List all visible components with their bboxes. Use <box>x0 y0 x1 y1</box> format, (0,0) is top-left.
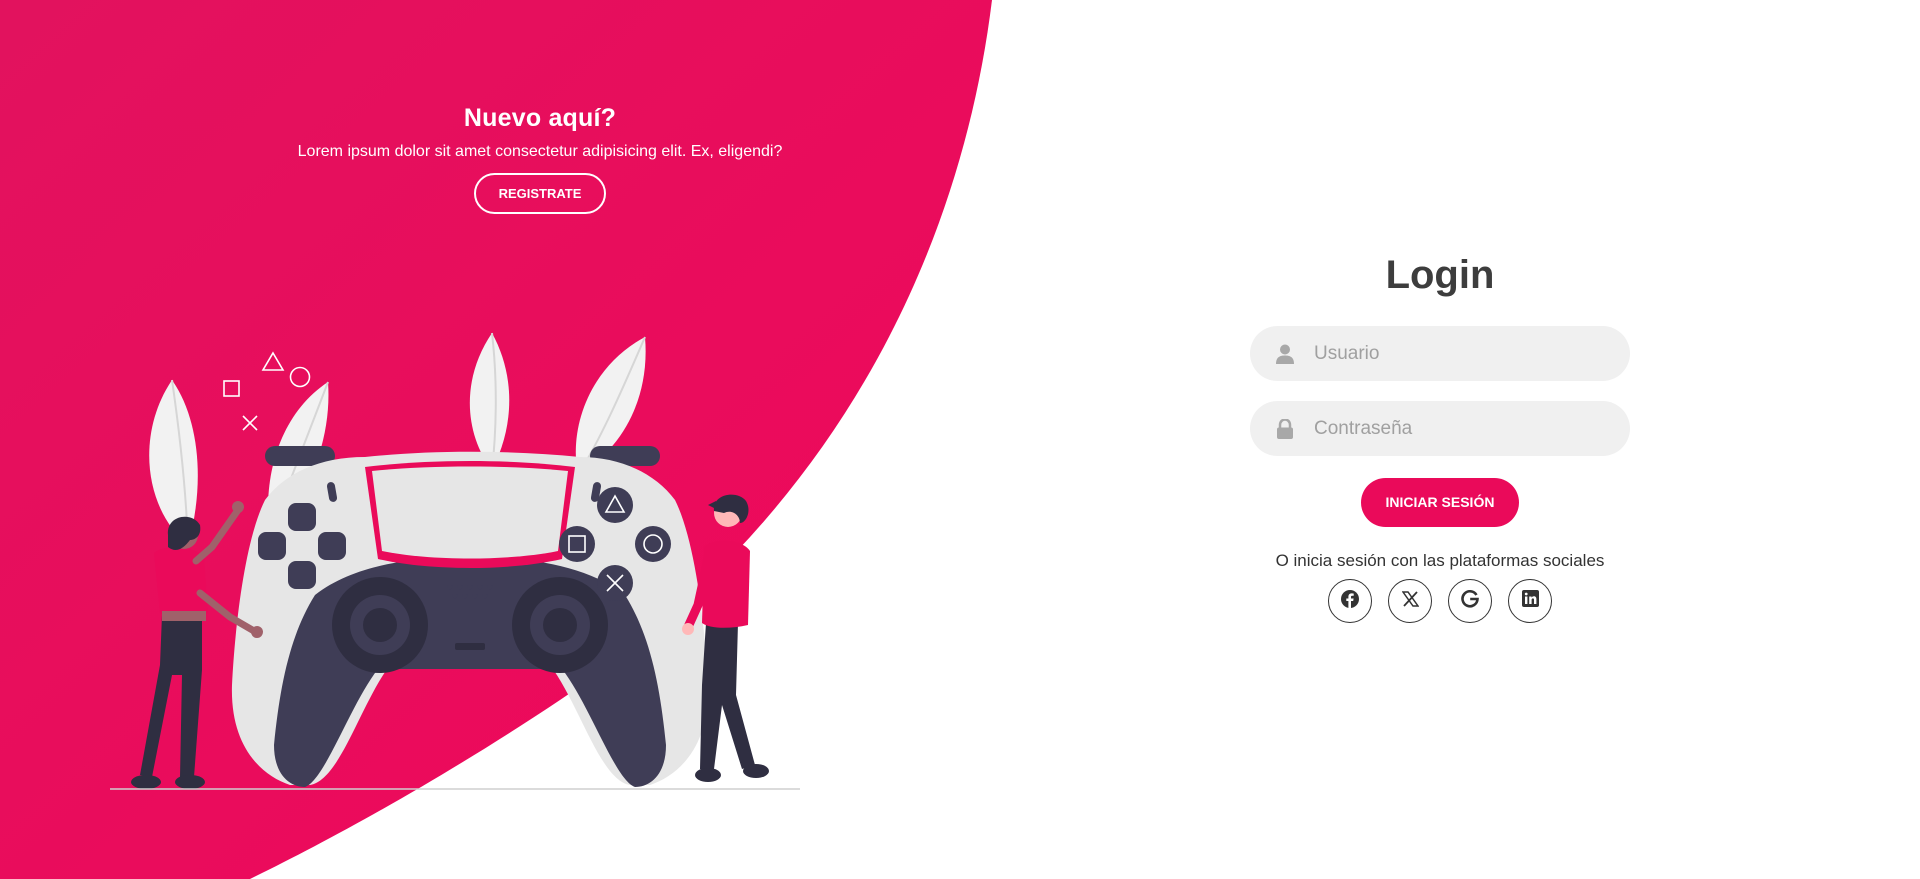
x-button[interactable] <box>1388 579 1432 623</box>
facebook-icon <box>1341 589 1359 613</box>
signup-text: Lorem ipsum dolor sit amet consectetur a… <box>297 143 783 160</box>
google-button[interactable] <box>1448 579 1492 623</box>
user-icon <box>1274 343 1296 365</box>
username-input[interactable] <box>1312 341 1606 366</box>
signup-title: Nuevo aquí? <box>463 104 617 132</box>
login-title: Login <box>1385 253 1495 297</box>
login-button[interactable]: INICIAR SESIÓN <box>1360 478 1520 527</box>
gaming-illustration <box>110 332 800 790</box>
login-form: Login INICIAR SESIÓN O inicia sesión con… <box>1250 253 1630 623</box>
signup-panel: Nuevo aquí? Lorem ipsum dolor sit amet c… <box>260 100 820 214</box>
register-button[interactable]: REGISTRATE <box>473 173 607 214</box>
username-field[interactable] <box>1250 326 1630 381</box>
google-icon <box>1461 589 1479 613</box>
social-login-buttons <box>1250 579 1630 623</box>
x-icon <box>1401 590 1419 612</box>
social-login-text: O inicia sesión con las plataformas soci… <box>1275 551 1605 570</box>
password-field[interactable] <box>1250 401 1630 456</box>
password-input[interactable] <box>1312 416 1606 441</box>
linkedin-icon <box>1521 590 1539 612</box>
facebook-button[interactable] <box>1328 579 1372 623</box>
linkedin-button[interactable] <box>1508 579 1552 623</box>
game-controller <box>231 446 709 787</box>
lock-icon <box>1274 418 1296 440</box>
